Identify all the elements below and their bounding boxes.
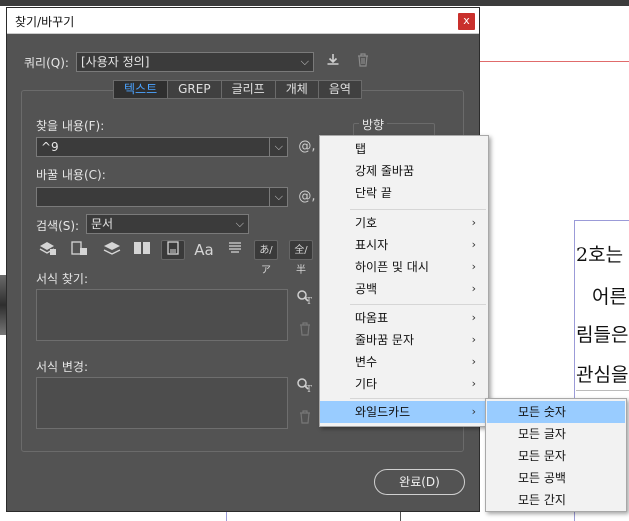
find-what-input[interactable]: ^9 ⌵ — [36, 137, 288, 157]
submenu-arrow-icon: › — [471, 311, 476, 324]
menu-item-tab[interactable]: 탭 — [320, 138, 488, 160]
menu-item-markers[interactable]: 표시자 › — [320, 234, 488, 256]
document-text-line: 2호는 — [576, 244, 624, 266]
change-format-box[interactable] — [36, 377, 288, 429]
case-sensitive-icon[interactable]: Aa — [192, 240, 216, 260]
change-format-label: 서식 변경: — [36, 360, 89, 374]
menu-item-symbols[interactable]: 기호 › — [320, 212, 488, 234]
menu-item-variable[interactable]: 변수 › — [320, 351, 488, 373]
submenu-item-any-kanji[interactable]: 모든 간지 — [487, 489, 625, 511]
change-to-label: 바꿀 내용(C): — [36, 168, 106, 182]
menu-separator — [350, 209, 486, 210]
clear-find-format-icon[interactable] — [293, 322, 317, 343]
document-rule — [576, 390, 629, 391]
search-scope-value: 문서 — [91, 217, 114, 231]
text-frame-top — [574, 220, 629, 221]
submenu-item-any-character[interactable]: 모든 문자 — [487, 445, 625, 467]
close-button[interactable]: x — [458, 13, 475, 30]
master-pages-icon[interactable] — [130, 240, 154, 260]
kana-sensitive-icon[interactable]: あ/ア — [254, 240, 278, 276]
done-button[interactable]: 완료(D) — [374, 469, 465, 495]
special-character-find-icon[interactable]: @, — [295, 137, 319, 157]
document-text-line: 어른 — [592, 286, 627, 308]
chevron-down-icon: ⌵ — [300, 55, 309, 68]
svg-text:T: T — [306, 385, 312, 393]
tab-text[interactable]: 텍스트 — [113, 80, 169, 99]
menu-separator — [350, 304, 486, 305]
special-characters-menu: 탭 강제 줄바꿈 단락 끝 기호 › 표시자 › 하이픈 및 대시 › 공백 › 따옴표… — [319, 135, 489, 427]
tab-transliterate[interactable]: 음역 — [317, 80, 362, 99]
query-select[interactable]: [사용자 정의] ⌵ — [76, 52, 314, 72]
submenu-arrow-icon: › — [471, 377, 476, 390]
lock-layers-icon[interactable] — [36, 240, 60, 260]
submenu-item-any-white-space[interactable]: 모든 공백 — [487, 467, 625, 489]
menu-item-quotation-marks[interactable]: 따옴표 › — [320, 307, 488, 329]
clear-change-format-icon[interactable] — [293, 410, 317, 431]
margin-guide — [470, 61, 629, 62]
chevron-down-icon[interactable]: ⌵ — [275, 139, 283, 155]
menu-item-break-character[interactable]: 줄바꿈 문자 › — [320, 329, 488, 351]
lock-stories-icon[interactable] — [67, 240, 91, 260]
search-scope-select[interactable]: 문서 ⌵ — [86, 214, 249, 234]
submenu-arrow-icon: › — [471, 333, 476, 346]
specify-change-format-icon[interactable]: T — [293, 377, 317, 400]
submenu-arrow-icon: › — [471, 260, 476, 273]
tab-grep[interactable]: GREP — [167, 80, 222, 99]
tab-bar: 텍스트 GREP 글리프 개체 음역 — [113, 80, 362, 99]
submenu-arrow-icon: › — [471, 355, 476, 368]
find-what-label: 찾을 내용(F): — [36, 119, 105, 133]
document-text-line: 관심을 — [576, 364, 629, 386]
menu-separator — [350, 398, 486, 399]
document-text-line: 림들은 — [576, 324, 629, 346]
special-character-change-icon[interactable]: @, — [295, 187, 319, 207]
footnotes-icon[interactable] — [161, 240, 185, 260]
whole-word-icon[interactable] — [223, 240, 247, 260]
dialog-titlebar[interactable]: 찾기/바꾸기 x — [7, 8, 479, 34]
menu-item-end-of-paragraph[interactable]: 단락 끝 — [320, 182, 488, 204]
save-query-icon[interactable] — [323, 52, 343, 75]
find-format-label: 서식 찾기: — [36, 272, 89, 286]
search-label: 검색(S): — [36, 219, 80, 233]
menu-item-wildcards[interactable]: 와일드카드 › — [320, 401, 488, 423]
specify-find-format-icon[interactable]: T — [293, 289, 317, 312]
menu-item-white-space[interactable]: 공백 › — [320, 278, 488, 300]
find-what-value: ^9 — [41, 140, 59, 154]
tab-glyph[interactable]: 글리프 — [220, 80, 276, 99]
tab-object[interactable]: 개체 — [274, 80, 319, 99]
hidden-layers-icon[interactable] — [100, 240, 124, 260]
query-value: [사용자 정의] — [81, 55, 150, 69]
change-to-input[interactable]: ⌵ — [36, 187, 288, 207]
delete-query-icon[interactable] — [353, 52, 373, 75]
menu-item-other[interactable]: 기타 › — [320, 373, 488, 395]
find-format-box[interactable] — [36, 289, 288, 341]
dialog-title: 찾기/바꾸기 — [15, 15, 75, 29]
menu-item-hyphens-dashes[interactable]: 하이픈 및 대시 › — [320, 256, 488, 278]
menu-item-forced-line-break[interactable]: 강제 줄바꿈 — [320, 160, 488, 182]
svg-text:T: T — [306, 297, 312, 305]
submenu-item-any-digit[interactable]: 모든 숫자 — [487, 401, 625, 423]
wildcards-submenu: 모든 숫자 모든 글자 모든 문자 모든 공백 모든 간지 — [485, 398, 627, 512]
submenu-arrow-icon: › — [471, 405, 476, 418]
submenu-arrow-icon: › — [471, 238, 476, 251]
chevron-down-icon: ⌵ — [235, 217, 244, 230]
submenu-arrow-icon: › — [471, 216, 476, 229]
submenu-item-any-letter[interactable]: 모든 글자 — [487, 423, 625, 445]
query-label: 쿼리(Q): — [24, 56, 69, 70]
chevron-down-icon[interactable]: ⌵ — [275, 189, 283, 205]
submenu-arrow-icon: › — [471, 282, 476, 295]
app-top-bar — [0, 0, 629, 6]
full-half-width-icon[interactable]: 全/半 — [289, 240, 313, 276]
direction-label: 방향 — [359, 116, 388, 133]
